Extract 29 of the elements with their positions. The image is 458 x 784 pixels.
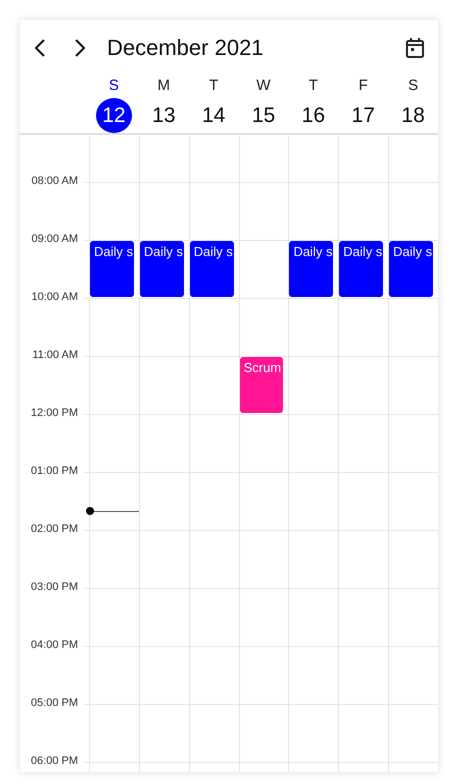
date-number[interactable]: 18 bbox=[395, 98, 432, 133]
weekday-label: W bbox=[256, 77, 271, 94]
weekday-label: F bbox=[358, 77, 368, 94]
time-label: 05:00 PM bbox=[30, 697, 78, 710]
date-number[interactable]: 14 bbox=[196, 98, 232, 133]
current-time-dot bbox=[86, 507, 94, 515]
weekday-label: T bbox=[308, 77, 318, 94]
date-number[interactable]: 17 bbox=[345, 98, 382, 133]
weekday-label: M bbox=[158, 77, 170, 94]
month-title[interactable]: December 2021 bbox=[107, 34, 404, 60]
calendar-icon[interactable] bbox=[404, 36, 426, 58]
time-label: 12:00 PM bbox=[30, 407, 78, 420]
weekday-label: S bbox=[408, 77, 418, 94]
time-label: 06:00 PM bbox=[30, 755, 78, 768]
time-label: 04:00 PM bbox=[30, 639, 78, 652]
time-label: 10:00 AM bbox=[32, 291, 78, 304]
date-number[interactable]: 13 bbox=[146, 98, 182, 133]
time-label: 02:00 PM bbox=[30, 523, 78, 536]
time-label: 03:00 PM bbox=[30, 581, 78, 594]
time-label: 09:00 AM bbox=[32, 233, 78, 246]
time-label: 11:00 AM bbox=[32, 349, 78, 362]
weekday-label: T bbox=[209, 77, 218, 94]
time-label: 08:00 AM bbox=[32, 175, 78, 188]
time-slot[interactable] bbox=[89, 472, 139, 530]
date-number[interactable]: 15 bbox=[246, 98, 282, 133]
date-number[interactable]: 12 bbox=[96, 98, 132, 133]
date-number[interactable]: 16 bbox=[295, 98, 332, 133]
weekday-label: S bbox=[108, 77, 119, 94]
time-label: 01:00 PM bbox=[30, 465, 78, 478]
